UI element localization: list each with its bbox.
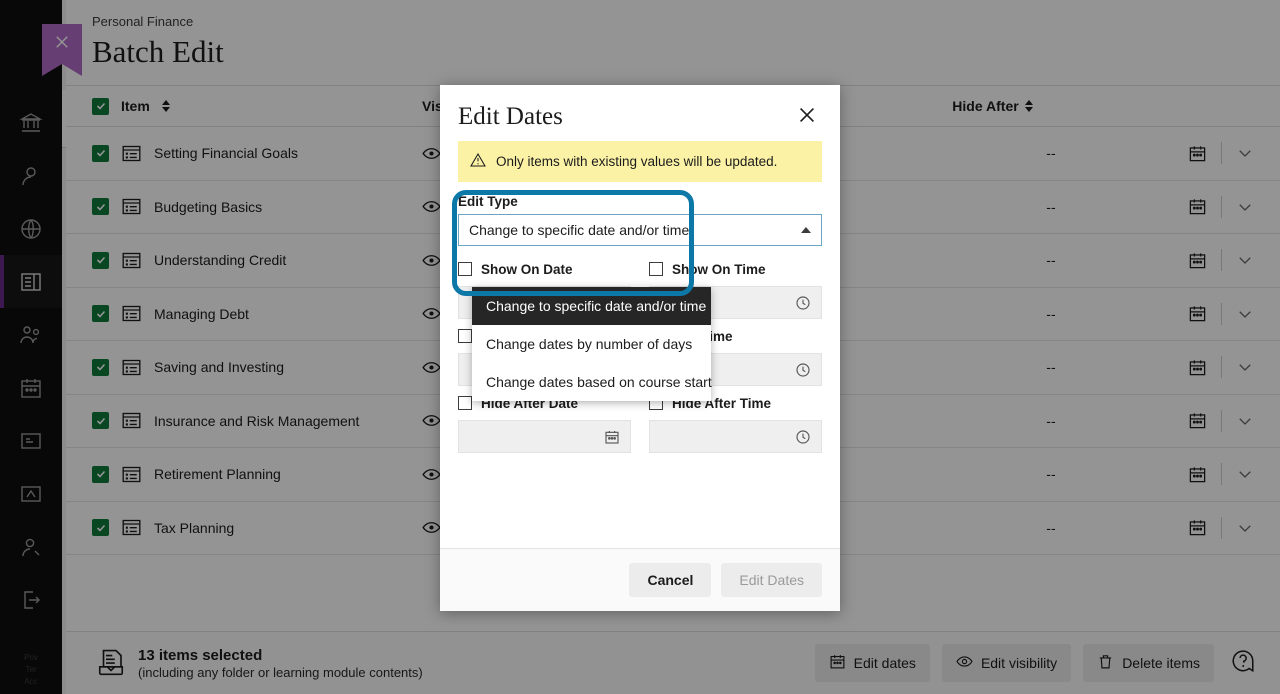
- edit-type-option[interactable]: Change dates by number of days: [472, 325, 711, 363]
- clock-icon: [795, 295, 811, 311]
- time-input[interactable]: [649, 420, 822, 453]
- calendar-icon: [604, 429, 620, 445]
- date-checkbox[interactable]: [458, 329, 472, 343]
- cancel-button[interactable]: Cancel: [629, 563, 711, 597]
- date-input[interactable]: [458, 420, 631, 453]
- edit-type-dropdown: Change to specific date and/or timeChang…: [472, 287, 711, 401]
- app-root: Priv Ter Acc Pl Co C Personal Finance Ba…: [0, 0, 1280, 694]
- date-checkbox[interactable]: [458, 396, 472, 410]
- modal-footer: Cancel Edit Dates: [440, 548, 840, 611]
- modal-title: Edit Dates: [458, 103, 796, 131]
- edit-dates-modal: Edit Dates Only items with existing valu…: [440, 85, 840, 611]
- modal-header: Edit Dates: [440, 85, 840, 141]
- warning-banner: Only items with existing values will be …: [458, 141, 822, 182]
- modal-body: Only items with existing values will be …: [440, 141, 840, 548]
- edit-type-selected-value: Change to specific date and/or time: [469, 222, 801, 238]
- edit-type-select-wrap: Change to specific date and/or time Chan…: [458, 214, 822, 246]
- modal-close-button[interactable]: [796, 104, 822, 130]
- warning-text: Only items with existing values will be …: [496, 154, 777, 169]
- time-checkbox[interactable]: [649, 262, 663, 276]
- edit-type-select[interactable]: Change to specific date and/or time: [458, 214, 822, 246]
- submit-edit-dates-button: Edit Dates: [721, 563, 822, 597]
- edit-type-option[interactable]: Change to specific date and/or time: [472, 287, 711, 325]
- edit-type-option[interactable]: Change dates based on course start: [472, 363, 711, 401]
- date-field-row: Hide After DateHide After Time: [458, 392, 822, 453]
- chevron-up-icon: [801, 227, 811, 233]
- date-field-label: Show On Date: [481, 262, 573, 277]
- date-checkbox[interactable]: [458, 262, 472, 276]
- clock-icon: [795, 429, 811, 445]
- time-field-label: Show On Time: [672, 262, 766, 277]
- warning-icon: [470, 152, 486, 171]
- clock-icon: [795, 362, 811, 378]
- edit-type-label: Edit Type: [458, 194, 822, 209]
